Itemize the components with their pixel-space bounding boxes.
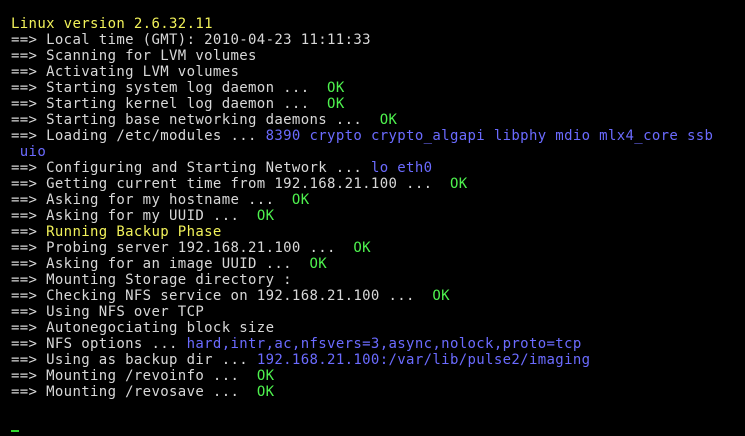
status-ok-label: OK <box>449 176 468 192</box>
console-detail-text: 192.168.21.100:/var/lib/pulse2/imaging <box>256 352 591 368</box>
console-text: ==> Asking for an image UUID ... <box>11 256 310 272</box>
console-line: ==> Using as backup dir ... 192.168.21.1… <box>11 352 739 368</box>
console-text: ==> Mounting /revosave ... <box>11 384 257 400</box>
status-ok-label: OK <box>432 288 450 304</box>
console-highlight-text: Linux version 2.6.32.11 <box>11 16 213 32</box>
status-ok-label: OK <box>291 192 310 208</box>
console-text: ==> Mounting Storage directory : <box>11 272 292 288</box>
status-ok-label: OK <box>327 80 345 96</box>
console-text: ==> Configuring and Starting Network ... <box>11 160 371 176</box>
console-line: ==> Starting kernel log daemon ... OK <box>11 96 739 112</box>
console-text: ==> Local time (GMT): 2010-04-23 11:11:3… <box>11 32 371 48</box>
console-line: ==> Mounting Storage directory : <box>11 272 739 288</box>
console-line: ==> Checking NFS service on 192.168.21.1… <box>11 288 739 304</box>
console-line: ==> Asking for an image UUID ... OK <box>11 256 739 272</box>
console-line: ==> NFS options ... hard,intr,ac,nfsvers… <box>11 336 739 352</box>
boot-console: Linux version 2.6.32.11 ==> Local time (G… <box>11 16 739 432</box>
console-detail-text: 8390 crypto crypto_algapi libphy mdio ml… <box>265 128 714 144</box>
console-line: ==> Activating LVM volumes <box>11 64 739 80</box>
console-line: ==> Asking for my hostname ... OK <box>11 192 739 208</box>
status-ok-label: OK <box>353 240 371 256</box>
console-cursor-line <box>11 416 739 432</box>
console-line: ==> Mounting /revoinfo ... OK <box>11 368 739 384</box>
console-line: ==> Running Backup Phase <box>11 224 739 240</box>
console-text: ==> Probing server 192.168.21.100 ... <box>11 240 354 256</box>
console-detail-text: uio <box>11 144 47 160</box>
console-text: ==> Using NFS over TCP <box>11 304 205 320</box>
console-line: ==> Local time (GMT): 2010-04-23 11:11:3… <box>11 32 739 48</box>
console-line: ==> Scanning for LVM volumes <box>11 48 739 64</box>
console-text: ==> Mounting /revoinfo ... <box>11 368 257 384</box>
console-text: ==> Starting system log daemon ... <box>11 80 328 96</box>
console-line: ==> Loading /etc/modules ... 8390 crypto… <box>11 128 739 144</box>
status-ok-label: OK <box>309 256 328 272</box>
console-text: ==> Starting kernel log daemon ... <box>11 96 328 112</box>
console-text: ==> Scanning for LVM volumes <box>11 48 257 64</box>
console-text: ==> Starting base networking daemons ... <box>11 112 380 128</box>
console-line: ==> Starting base networking daemons ...… <box>11 112 739 128</box>
console-text: ==> Activating LVM volumes <box>11 64 240 80</box>
console-line: ==> Using NFS over TCP <box>11 304 739 320</box>
console-detail-text: lo eth0 <box>370 160 433 176</box>
text-cursor <box>11 430 19 432</box>
console-text: ==> Loading /etc/modules ... <box>11 128 266 144</box>
status-ok-label: OK <box>327 96 345 112</box>
console-detail-text: hard,intr,ac,nfsvers=3,async,nolock,prot… <box>186 336 582 352</box>
console-line: ==> Configuring and Starting Network ...… <box>11 160 739 176</box>
console-text: ==> Getting current time from 192.168.21… <box>11 176 450 192</box>
console-line: Linux version 2.6.32.11 <box>11 16 739 32</box>
console-line: ==> Probing server 192.168.21.100 ... OK <box>11 240 739 256</box>
console-text: ==> Asking for my hostname ... <box>11 192 292 208</box>
status-ok-label: OK <box>256 384 275 400</box>
status-ok-label: OK <box>256 368 275 384</box>
console-line: ==> Autonegociating block size <box>11 320 739 336</box>
status-ok-label: OK <box>256 208 275 224</box>
console-text: ==> Asking for my UUID ... <box>11 208 257 224</box>
console-text: ==> Checking NFS service on 192.168.21.1… <box>11 288 433 304</box>
console-text: ==> Autonegociating block size <box>11 320 275 336</box>
console-line: uio <box>11 144 739 160</box>
console-text: ==> <box>11 224 47 240</box>
status-ok-label: OK <box>379 112 398 128</box>
console-line: ==> Mounting /revosave ... OK <box>11 384 739 400</box>
console-text: ==> Using as backup dir ... <box>11 352 257 368</box>
console-highlight-text: Running Backup Phase <box>46 224 222 240</box>
console-line: ==> Getting current time from 192.168.21… <box>11 176 739 192</box>
console-line: ==> Asking for my UUID ... OK <box>11 208 739 224</box>
console-line: ==> Starting system log daemon ... OK <box>11 80 739 96</box>
console-text: ==> NFS options ... <box>11 336 187 352</box>
